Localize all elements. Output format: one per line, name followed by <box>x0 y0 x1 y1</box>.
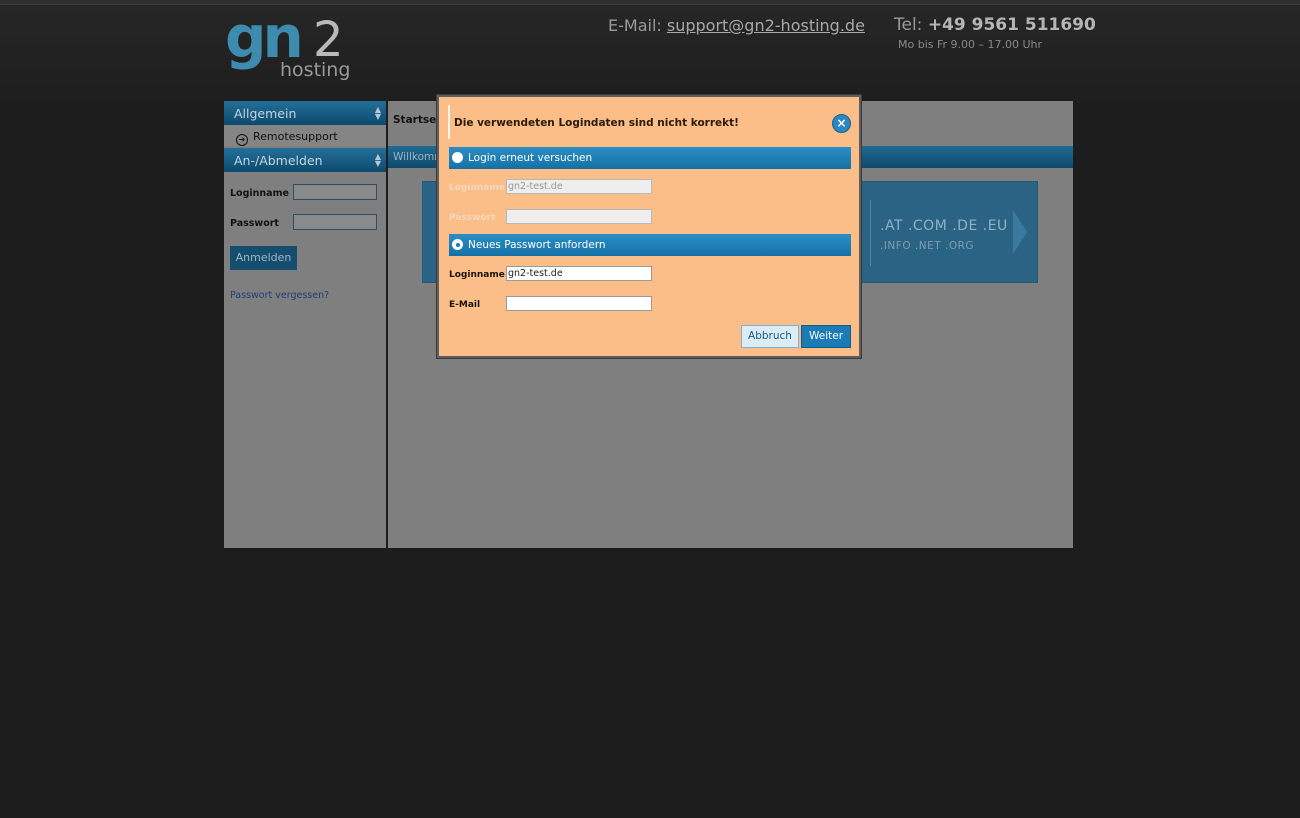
updown-arrow-icon: ▲ ▼ <box>374 152 381 168</box>
sidebar-item-remotesupport[interactable]: ➔ Remotesupport <box>224 125 386 148</box>
login-button[interactable]: Anmelden <box>230 246 297 270</box>
updown-arrow-icon: ▲ ▼ <box>374 105 381 121</box>
chevron-right-icon <box>1013 210 1027 254</box>
banner-divider <box>870 200 871 266</box>
sidebar-section-label: Allgemein <box>234 106 297 121</box>
forgot-password-link[interactable]: Passwort vergessen? <box>230 290 386 301</box>
arrow-circle-icon: ➔ <box>236 134 248 146</box>
password-input[interactable] <box>293 214 377 230</box>
logo-hosting-text: hosting <box>280 59 351 81</box>
sidebar: Allgemein ▲ ▼ ➔ Remotesupport An-/Abmelden… <box>224 101 386 548</box>
next-button[interactable]: Weiter <box>801 325 851 348</box>
option-label: Login erneut versuchen <box>468 152 593 164</box>
tld-list-primary: .AT .COM .DE .EU <box>880 218 1008 234</box>
retry-password-label: Passwort <box>449 213 496 223</box>
reset-loginname-label: Loginname <box>449 270 505 280</box>
radio-retry-login[interactable] <box>452 152 463 163</box>
sidebar-section-label: An-/Abmelden <box>234 153 323 168</box>
sidebar-item-label: Remotesupport <box>253 130 338 143</box>
email-link[interactable]: support@gn2-hosting.de <box>667 16 865 35</box>
tld-list-secondary: .INFO .NET .ORG <box>880 240 975 252</box>
contact-email: E-Mail: support@gn2-hosting.de <box>608 16 865 35</box>
sidebar-section-allgemein[interactable]: Allgemein ▲ ▼ <box>224 101 386 125</box>
option-label: Neues Passwort anfordern <box>468 239 606 251</box>
logo-2-text: 2 <box>313 12 344 68</box>
gn2-hosting-logo[interactable]: gn 2 hosting <box>225 8 355 88</box>
office-hours: Mo bis Fr 9.00 – 17.00 Uhr <box>898 38 1043 51</box>
login-error-dialog: Die verwendeten Logindaten sind nicht ko… <box>437 95 861 358</box>
tel-number: +49 9561 511690 <box>927 15 1096 35</box>
tel-label: Tel: <box>894 15 923 35</box>
logo-gn-text: gn <box>225 3 304 71</box>
option-retry-login[interactable]: Login erneut versuchen <box>449 147 851 169</box>
reset-email-label: E-Mail <box>449 300 481 310</box>
reset-loginname-input[interactable]: gn2-test.de <box>506 266 652 281</box>
option-new-password[interactable]: Neues Passwort anfordern <box>449 234 851 256</box>
contact-phone: Tel: +49 9561 511690 <box>894 15 1096 35</box>
cancel-button[interactable]: Abbruch <box>741 325 799 348</box>
radio-new-password[interactable] <box>452 239 463 250</box>
password-label: Passwort <box>230 218 279 229</box>
sidebar-section-anmelden[interactable]: An-/Abmelden ▲ ▼ <box>224 148 386 172</box>
title-divider <box>448 105 450 139</box>
email-label: E-Mail: <box>608 16 662 35</box>
loginname-label: Loginname <box>230 188 289 199</box>
retry-loginname-label: Loginname <box>449 183 505 193</box>
retry-loginname-input[interactable]: gn2-test.de <box>506 179 652 194</box>
breadcrumb: Startsei <box>393 114 440 126</box>
close-icon[interactable]: × <box>832 114 851 133</box>
reset-email-input[interactable] <box>506 296 652 311</box>
retry-password-input[interactable] <box>506 209 652 224</box>
sidebar-login-form: Loginname Passwort Anmelden Passwort ver… <box>224 172 386 301</box>
loginname-input[interactable] <box>293 184 377 200</box>
dialog-title: Die verwendeten Logindaten sind nicht ko… <box>454 117 739 129</box>
